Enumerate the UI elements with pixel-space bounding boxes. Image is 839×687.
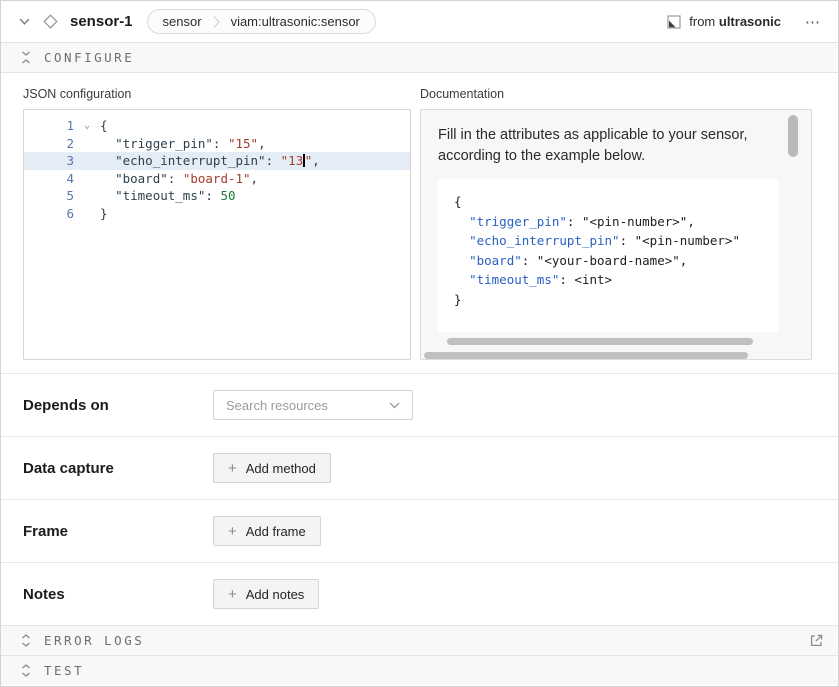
depends-on-row: Depends on Search resources [1,373,838,436]
add-frame-button[interactable]: + Add frame [213,516,321,546]
expand-section-icon[interactable] [21,634,31,647]
fold-chevron-icon[interactable]: ⌄ [74,117,100,135]
documentation-column: Documentation Fill in the attributes as … [420,87,812,360]
doc-vertical-scrollbar[interactable] [788,115,798,157]
badge-model: viam:ultrasonic:sensor [231,14,360,29]
from-label: from [689,14,715,29]
module-origin: from ultrasonic [667,14,781,29]
badge-separator-chevron-icon [213,15,220,29]
editor-line[interactable]: 4 "board": "board-1", [24,170,410,188]
editor-line[interactable]: 5 "timeout_ms": 50 [24,187,410,205]
doc-code-line: "timeout_ms": <int> [454,270,778,290]
editor-line[interactable]: 6} [24,205,410,223]
code-horizontal-scrollbar[interactable] [447,338,753,345]
collapse-section-icon[interactable] [21,51,31,64]
plus-icon: + [228,587,237,602]
fold-gutter [74,170,100,188]
plus-icon: + [228,461,237,476]
depends-on-select[interactable]: Search resources [213,390,413,420]
resource-header: sensor-1 sensor viam:ultrasonic:sensor f… [1,1,838,43]
line-code: } [100,205,410,223]
configure-section-bar[interactable]: CONFIGURE [1,43,838,73]
line-code: "board": "board-1", [100,170,410,188]
data-capture-row: Data capture + Add method [1,436,838,499]
line-number: 4 [24,170,74,188]
error-logs-title: ERROR LOGS [44,633,144,648]
json-editor[interactable]: 1⌄{2 "trigger_pin": "15",3 "echo_interru… [23,109,411,360]
error-logs-bar[interactable]: ERROR LOGS [1,625,838,655]
module-name: ultrasonic [719,14,781,29]
more-menu-button[interactable]: ⋯ [805,13,822,31]
resource-name: sensor-1 [70,13,133,30]
doc-code-line: } [454,290,778,310]
depends-on-label: Depends on [23,397,213,414]
json-config-label: JSON configuration [23,87,411,101]
add-notes-button[interactable]: + Add notes [213,579,319,609]
module-icon [667,15,681,29]
resource-card: sensor-1 sensor viam:ultrasonic:sensor f… [0,0,839,687]
data-capture-label: Data capture [23,460,213,477]
line-code: "timeout_ms": 50 [100,187,410,205]
documentation-panel: Fill in the attributes as applicable to … [420,109,812,360]
line-number: 2 [24,135,74,153]
fold-gutter [74,152,100,170]
sensor-diamond-icon [43,14,58,29]
plus-icon: + [228,524,237,539]
add-method-button[interactable]: + Add method [213,453,331,483]
line-code: "echo_interrupt_pin": "13", [100,152,410,170]
doc-code-line: "board": "<your-board-name>", [454,251,778,271]
editor-line[interactable]: 1⌄{ [24,117,410,135]
external-link-icon[interactable] [809,633,824,648]
badge-type: sensor [163,14,202,29]
line-number: 5 [24,187,74,205]
doc-code-line: "trigger_pin": "<pin-number>", [454,212,778,232]
doc-horizontal-scrollbar[interactable] [424,352,748,359]
fold-gutter [74,187,100,205]
line-code: "trigger_pin": "15", [100,135,410,153]
frame-row: Frame + Add frame [1,499,838,562]
editor-line[interactable]: 2 "trigger_pin": "15", [24,135,410,153]
line-code: { [100,117,410,135]
test-bar[interactable]: TEST [1,655,838,685]
test-title: TEST [44,663,84,678]
documentation-code-block: { "trigger_pin": "<pin-number>", "echo_i… [438,179,778,332]
documentation-intro: Fill in the attributes as applicable to … [438,125,775,167]
collapse-chevron-icon[interactable] [19,18,30,26]
configure-body: JSON configuration 1⌄{2 "trigger_pin": "… [1,73,838,373]
line-number: 6 [24,205,74,223]
doc-code-line: { [454,192,778,212]
fold-gutter [74,135,100,153]
editor-line[interactable]: 3 "echo_interrupt_pin": "13", [24,152,410,170]
json-config-column: JSON configuration 1⌄{2 "trigger_pin": "… [23,87,411,360]
configure-title: CONFIGURE [44,50,134,65]
documentation-label: Documentation [420,87,812,101]
resource-type-badge: sensor viam:ultrasonic:sensor [147,9,376,34]
notes-row: Notes + Add notes [1,562,838,625]
depends-on-placeholder: Search resources [226,398,389,413]
chevron-down-icon [389,402,400,409]
doc-code-line: "echo_interrupt_pin": "<pin-number>" [454,231,778,251]
notes-label: Notes [23,586,213,603]
fold-gutter [74,205,100,223]
expand-section-icon[interactable] [21,664,31,677]
line-number: 3 [24,152,74,170]
frame-label: Frame [23,523,213,540]
line-number: 1 [24,117,74,135]
